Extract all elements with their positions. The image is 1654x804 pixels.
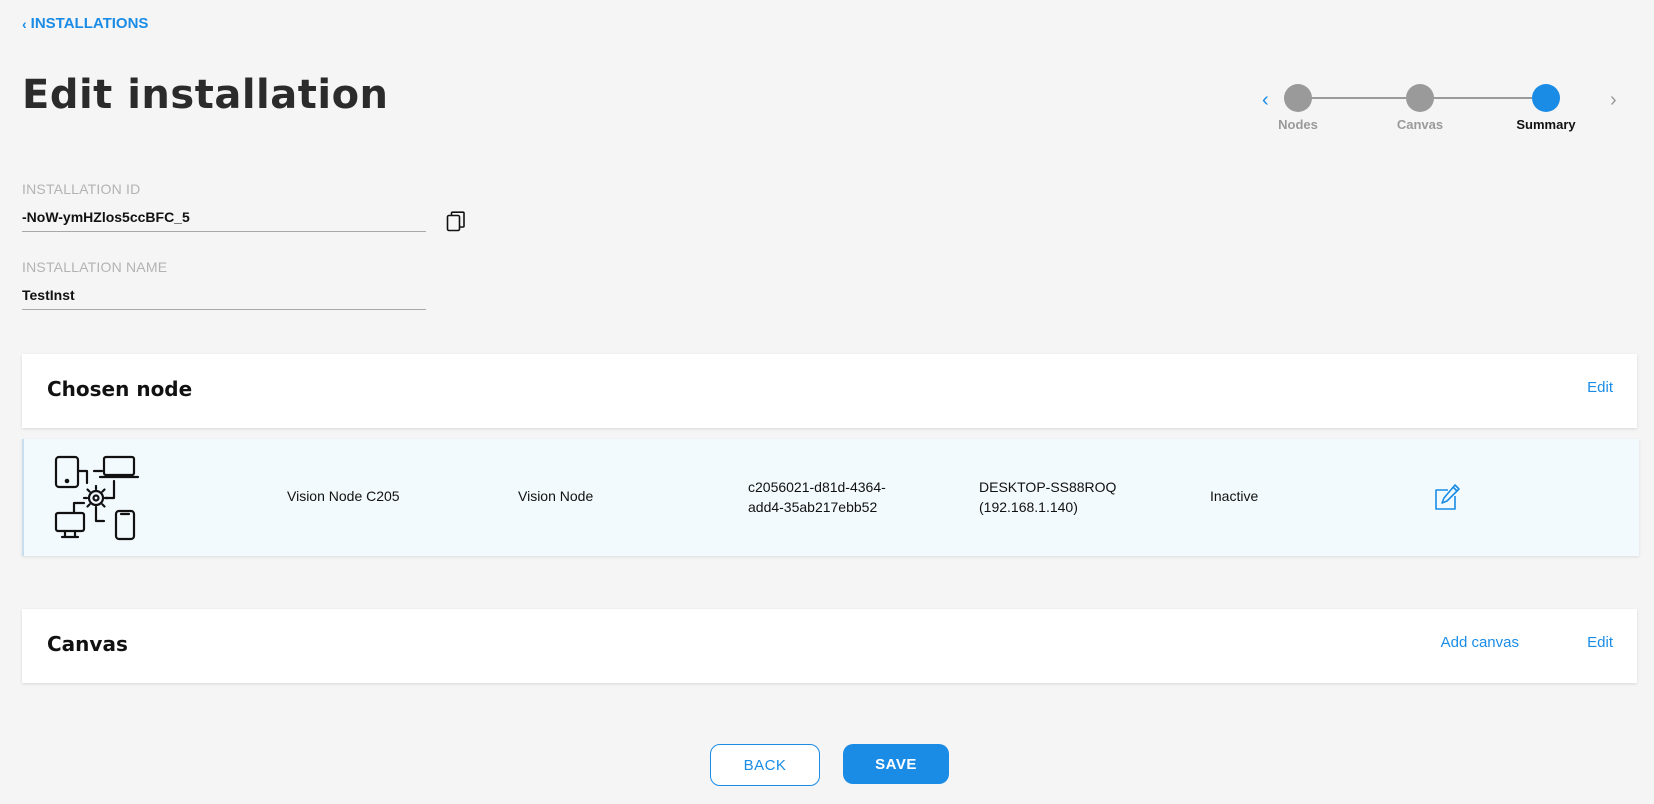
node-name: Vision Node C205	[287, 488, 400, 504]
node-host-name: DESKTOP-SS88ROQ	[979, 479, 1117, 495]
step-label-canvas[interactable]: Canvas	[1370, 117, 1470, 132]
node-host-ip: (192.168.1.140)	[979, 499, 1078, 515]
back-link-label: INSTALLATIONS	[30, 15, 149, 32]
edit-pencil-icon[interactable]	[1434, 483, 1460, 511]
installation-name-input[interactable]: TestInst	[22, 287, 426, 310]
step-dot-summary[interactable]	[1532, 84, 1560, 112]
installation-name-field: INSTALLATION NAME TestInst	[22, 259, 426, 310]
step-dot-canvas[interactable]	[1406, 84, 1434, 112]
step-dot-nodes[interactable]	[1284, 84, 1312, 112]
installation-id-input[interactable]: -NoW-ymHZlos5ccBFC_5	[22, 209, 426, 232]
chevron-left-icon: ‹	[22, 15, 27, 32]
chosen-node-card: Chosen node Edit	[22, 354, 1637, 428]
installation-id-label: INSTALLATION ID	[22, 181, 141, 197]
stepper-line	[1308, 97, 1406, 99]
node-host: DESKTOP-SS88ROQ (192.168.1.140)	[979, 477, 1116, 517]
add-canvas-link[interactable]: Add canvas	[1441, 634, 1519, 651]
page-title: Edit installation	[22, 72, 389, 118]
step-label-summary[interactable]: Summary	[1496, 117, 1596, 132]
node-id-line: c2056021-d81d-4364-	[748, 479, 886, 495]
node-id: c2056021-d81d-4364- add4-35ab217ebb52	[748, 477, 886, 517]
node-type: Vision Node	[518, 488, 594, 504]
canvas-card: Canvas Add canvas Edit	[22, 609, 1637, 683]
stepper-line	[1430, 97, 1532, 99]
step-label-nodes[interactable]: Nodes	[1248, 117, 1348, 132]
copy-icon[interactable]	[446, 211, 466, 233]
stepper-prev-icon[interactable]: ‹	[1262, 89, 1269, 112]
back-to-installations-link[interactable]: ‹ INSTALLATIONS	[22, 15, 148, 32]
installation-name-label: INSTALLATION NAME	[22, 259, 168, 275]
chosen-node-edit-link[interactable]: Edit	[1587, 379, 1613, 396]
installation-id-field: INSTALLATION ID -NoW-ymHZlos5ccBFC_5	[22, 181, 426, 232]
chosen-node-title: Chosen node	[47, 377, 193, 401]
network-devices-icon	[54, 455, 140, 541]
back-button[interactable]: BACK	[710, 744, 820, 786]
node-id-line: add4-35ab217ebb52	[748, 499, 878, 515]
save-button[interactable]: SAVE	[843, 744, 949, 784]
canvas-title: Canvas	[47, 632, 128, 656]
stepper-next-icon[interactable]: ›	[1610, 89, 1617, 112]
node-status: Inactive	[1210, 488, 1259, 504]
canvas-edit-link[interactable]: Edit	[1587, 634, 1613, 651]
node-row[interactable]: Vision Node C205 Vision Node c2056021-d8…	[22, 439, 1639, 556]
wizard-stepper: ‹ Nodes Canvas Summary ›	[1262, 84, 1622, 134]
